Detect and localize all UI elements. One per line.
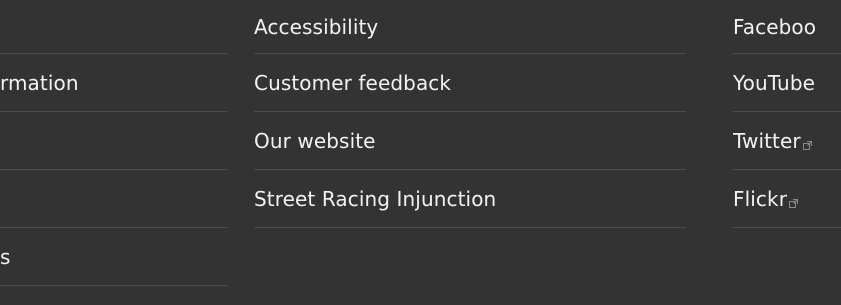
social-link-flickr[interactable]: Flickr: [733, 170, 841, 228]
footer-link-label: Our website: [254, 128, 376, 153]
footer-link-label: Street Racing Injunction: [254, 186, 497, 211]
footer-link-our-website[interactable]: Our website: [254, 112, 686, 170]
footer-link-left-2[interactable]: rmation: [0, 54, 227, 112]
social-link-youtube[interactable]: YouTube: [733, 54, 841, 112]
footer-link-label: s: [0, 244, 11, 269]
footer-link-accessibility[interactable]: Accessibility: [254, 0, 686, 54]
footer-column-middle: Accessibility Customer feedback Our webs…: [254, 0, 686, 228]
footer-link-label: rmation: [0, 70, 79, 95]
footer-link-left-3[interactable]: [0, 112, 227, 170]
footer-link-customer-feedback[interactable]: Customer feedback: [254, 54, 686, 112]
footer-link-label: Accessibility: [254, 14, 379, 39]
social-link-label: Faceboo: [733, 14, 817, 39]
social-link-label: Flickr: [733, 186, 788, 211]
footer-link-street-racing-injunction[interactable]: Street Racing Injunction: [254, 170, 686, 228]
footer-link-label: Customer feedback: [254, 70, 452, 95]
social-link-twitter[interactable]: Twitter: [733, 112, 841, 170]
social-link-label: Twitter: [733, 128, 801, 153]
external-link-icon: [802, 141, 812, 150]
social-link-facebook[interactable]: Faceboo: [733, 0, 841, 54]
footer-column-social: Faceboo YouTube Twitter Flickr: [733, 0, 841, 228]
external-link-icon: [789, 199, 799, 208]
footer-link-left-1[interactable]: [0, 0, 227, 54]
footer-link-left-4[interactable]: [0, 170, 227, 228]
footer-column-left: rmation s: [0, 0, 227, 286]
social-link-label: YouTube: [733, 70, 816, 95]
footer-link-left-5[interactable]: s: [0, 228, 227, 286]
